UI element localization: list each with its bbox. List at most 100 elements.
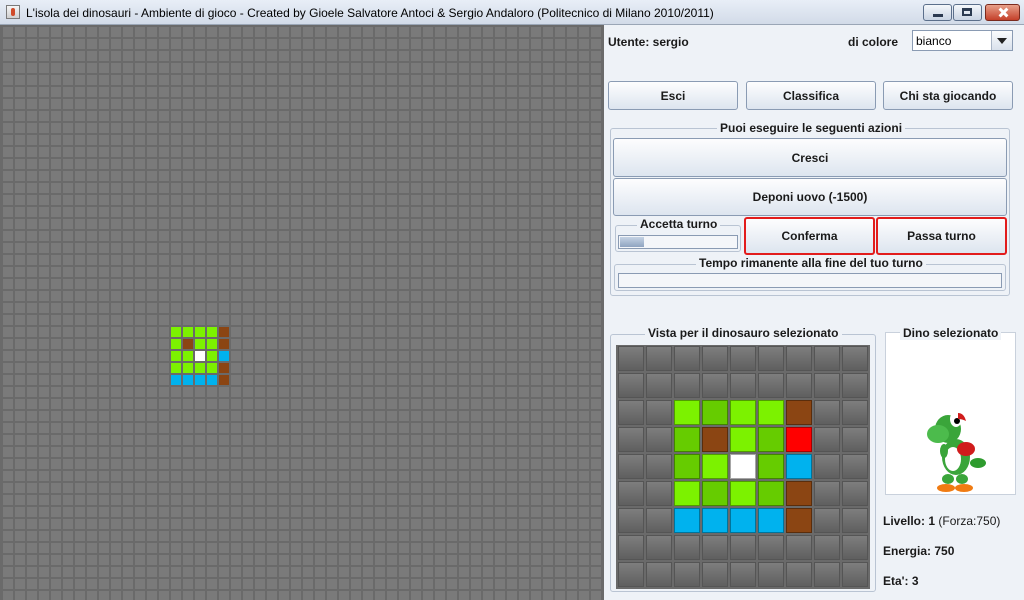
map-cell[interactable] [255,99,265,109]
map-cell[interactable] [363,339,373,349]
map-cell[interactable] [3,39,13,49]
map-cell[interactable] [495,243,505,253]
map-cell[interactable] [459,255,469,265]
map-cell[interactable] [135,135,145,145]
map-cell[interactable] [255,111,265,121]
map-cell[interactable] [507,351,517,361]
map-cell[interactable] [507,519,517,529]
view-cell[interactable] [786,454,812,479]
map-cell[interactable] [87,555,97,565]
map-cell[interactable] [411,63,421,73]
map-cell[interactable] [39,39,49,49]
map-cell[interactable] [375,423,385,433]
map-cell[interactable] [351,363,361,373]
map-cell[interactable] [159,459,169,469]
map-cell[interactable] [63,579,73,589]
map-cell[interactable] [171,471,181,481]
map-cell[interactable] [291,255,301,265]
map-cell[interactable] [15,291,25,301]
map-cell[interactable] [315,303,325,313]
map-cell[interactable] [99,75,109,85]
map-cell[interactable] [15,447,25,457]
map-cell[interactable] [339,351,349,361]
map-cell[interactable] [387,339,397,349]
map-cell[interactable] [51,567,61,577]
map-cell[interactable] [219,471,229,481]
map-cell[interactable] [447,483,457,493]
map-cell[interactable] [75,507,85,517]
map-cell[interactable] [111,171,121,181]
map-cell[interactable] [87,459,97,469]
map-cell[interactable] [471,399,481,409]
map-cell[interactable] [267,519,277,529]
map-cell[interactable] [327,519,337,529]
map-cell[interactable] [159,267,169,277]
map-cell[interactable] [39,147,49,157]
map-cell[interactable] [39,579,49,589]
map-cell[interactable] [39,207,49,217]
map-cell[interactable] [219,411,229,421]
map-cell[interactable] [75,111,85,121]
map-cell[interactable] [483,195,493,205]
map-cell[interactable] [3,51,13,61]
view-cell[interactable] [758,508,784,533]
map-cell[interactable] [435,243,445,253]
map-cell[interactable] [315,135,325,145]
map-cell[interactable] [435,423,445,433]
map-cell[interactable] [87,87,97,97]
map-cell[interactable] [543,279,553,289]
map-cell[interactable] [327,111,337,121]
map-cell[interactable] [459,399,469,409]
map-cell[interactable] [75,267,85,277]
map-cell[interactable] [111,387,121,397]
view-cell[interactable] [786,427,812,452]
map-cell[interactable] [399,507,409,517]
map-cell[interactable] [63,207,73,217]
map-cell[interactable] [351,543,361,553]
map-cell[interactable] [75,483,85,493]
map-cell[interactable] [63,519,73,529]
map-cell[interactable] [423,183,433,193]
map-cell[interactable] [15,195,25,205]
map-cell[interactable] [483,27,493,37]
map-cell[interactable] [423,207,433,217]
map-cell[interactable] [75,339,85,349]
map-cell[interactable] [543,51,553,61]
map-cell[interactable] [339,471,349,481]
map-cell[interactable] [447,231,457,241]
map-cell[interactable] [519,279,529,289]
map-cell[interactable] [183,111,193,121]
map-cell[interactable] [291,591,301,600]
map-cell[interactable] [3,111,13,121]
map-cell[interactable] [579,243,589,253]
map-cell[interactable] [159,219,169,229]
map-cell[interactable] [435,459,445,469]
map-cell[interactable] [555,39,565,49]
map-cell[interactable] [171,555,181,565]
map-cell[interactable] [339,159,349,169]
map-cell[interactable] [351,231,361,241]
map-cell[interactable] [399,567,409,577]
map-cell[interactable] [315,495,325,505]
map-cell[interactable] [183,183,193,193]
map-cell[interactable] [195,267,205,277]
map-cell[interactable] [555,63,565,73]
map-cell[interactable] [531,87,541,97]
map-cell[interactable] [15,303,25,313]
view-cell[interactable] [702,427,728,452]
map-cell[interactable] [315,183,325,193]
map-cell[interactable] [195,339,205,349]
map-cell[interactable] [363,579,373,589]
map-cell[interactable] [147,303,157,313]
map-cell[interactable] [231,135,241,145]
map-cell[interactable] [327,87,337,97]
map-cell[interactable] [591,459,601,469]
map-cell[interactable] [435,315,445,325]
map-cell[interactable] [579,315,589,325]
map-cell[interactable] [363,219,373,229]
map-cell[interactable] [447,579,457,589]
map-cell[interactable] [567,255,577,265]
map-cell[interactable] [123,483,133,493]
map-cell[interactable] [111,591,121,600]
map-cell[interactable] [3,75,13,85]
